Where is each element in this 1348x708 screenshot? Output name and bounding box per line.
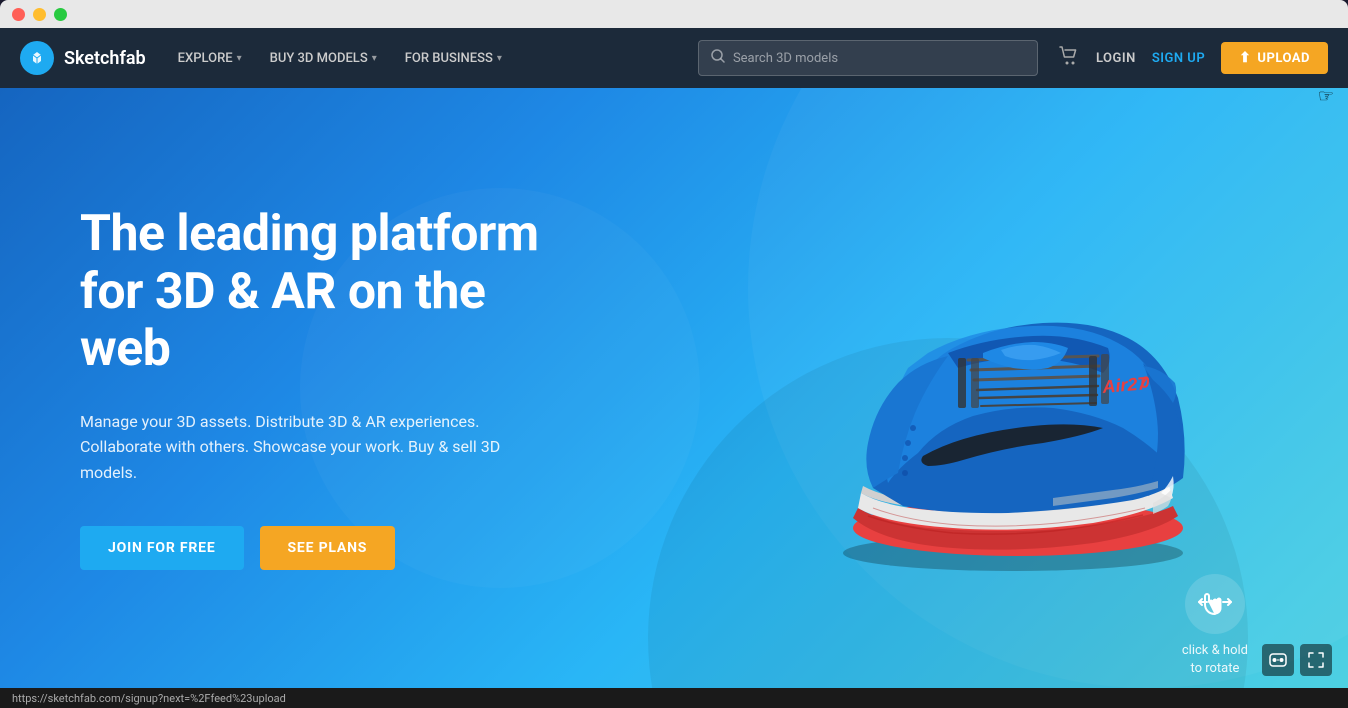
join-for-free-button[interactable]: JOIN FOR FREE [80, 526, 244, 570]
status-bar: https://sketchfab.com/signup?next=%2Ffee… [0, 688, 1348, 708]
hero-title: The leading platformfor 3D & AR on the w… [80, 206, 570, 379]
search-icon [711, 49, 725, 67]
search-input[interactable]: Search 3D models [733, 51, 1025, 66]
window-chrome [0, 0, 1348, 28]
search-bar[interactable]: Search 3D models [698, 40, 1038, 76]
svg-text:0: 0 [1140, 374, 1150, 392]
logo-text: Sketchfab [64, 48, 146, 69]
rotate-icon [1185, 574, 1245, 634]
nav-actions: LOGIN SIGN UP ⬆ UPLOAD [1058, 42, 1328, 74]
chevron-down-icon: ▾ [237, 53, 242, 64]
rotate-text: click & hold to rotate [1182, 642, 1248, 678]
maximize-button[interactable] [54, 8, 67, 21]
rotate-hint: click & hold to rotate [1182, 574, 1248, 678]
chevron-down-icon: ▾ [497, 53, 502, 64]
signup-button[interactable]: SIGN UP [1152, 51, 1205, 66]
nav-for-business[interactable]: FOR BUSINESS ▾ [393, 43, 514, 74]
nav-buy-3d-models[interactable]: BUY 3D MODELS ▾ [258, 43, 389, 74]
upload-button[interactable]: ⬆ UPLOAD [1221, 42, 1328, 74]
see-plans-button[interactable]: SEE PLANS [260, 526, 396, 570]
hero-shoe-image: Air27 0 [718, 138, 1268, 638]
hero-buttons: JOIN FOR FREE SEE PLANS [80, 526, 570, 570]
fullscreen-button[interactable] [1300, 644, 1332, 676]
logo[interactable]: Sketchfab [20, 41, 146, 75]
upload-icon: ⬆ [1239, 50, 1251, 66]
minimize-button[interactable] [33, 8, 46, 21]
nav-explore[interactable]: EXPLORE ▾ [166, 43, 254, 74]
navbar: Sketchfab EXPLORE ▾ BUY 3D MODELS ▾ FOR … [0, 28, 1348, 88]
close-button[interactable] [12, 8, 25, 21]
hero-content: The leading platformfor 3D & AR on the w… [0, 206, 650, 569]
logo-icon [20, 41, 54, 75]
hero-section: The leading platformfor 3D & AR on the w… [0, 88, 1348, 688]
shoe-3d-model: Air27 0 [753, 198, 1233, 578]
cart-icon[interactable] [1058, 45, 1080, 72]
status-url: https://sketchfab.com/signup?next=%2Ffee… [12, 692, 286, 705]
vr-view-button[interactable] [1262, 644, 1294, 676]
hero-subtitle: Manage your 3D assets. Distribute 3D & A… [80, 409, 560, 486]
bottom-toolbar [1262, 644, 1332, 676]
chevron-down-icon: ▾ [372, 53, 377, 64]
login-button[interactable]: LOGIN [1096, 51, 1136, 66]
nav-links: EXPLORE ▾ BUY 3D MODELS ▾ FOR BUSINESS ▾ [166, 43, 678, 74]
